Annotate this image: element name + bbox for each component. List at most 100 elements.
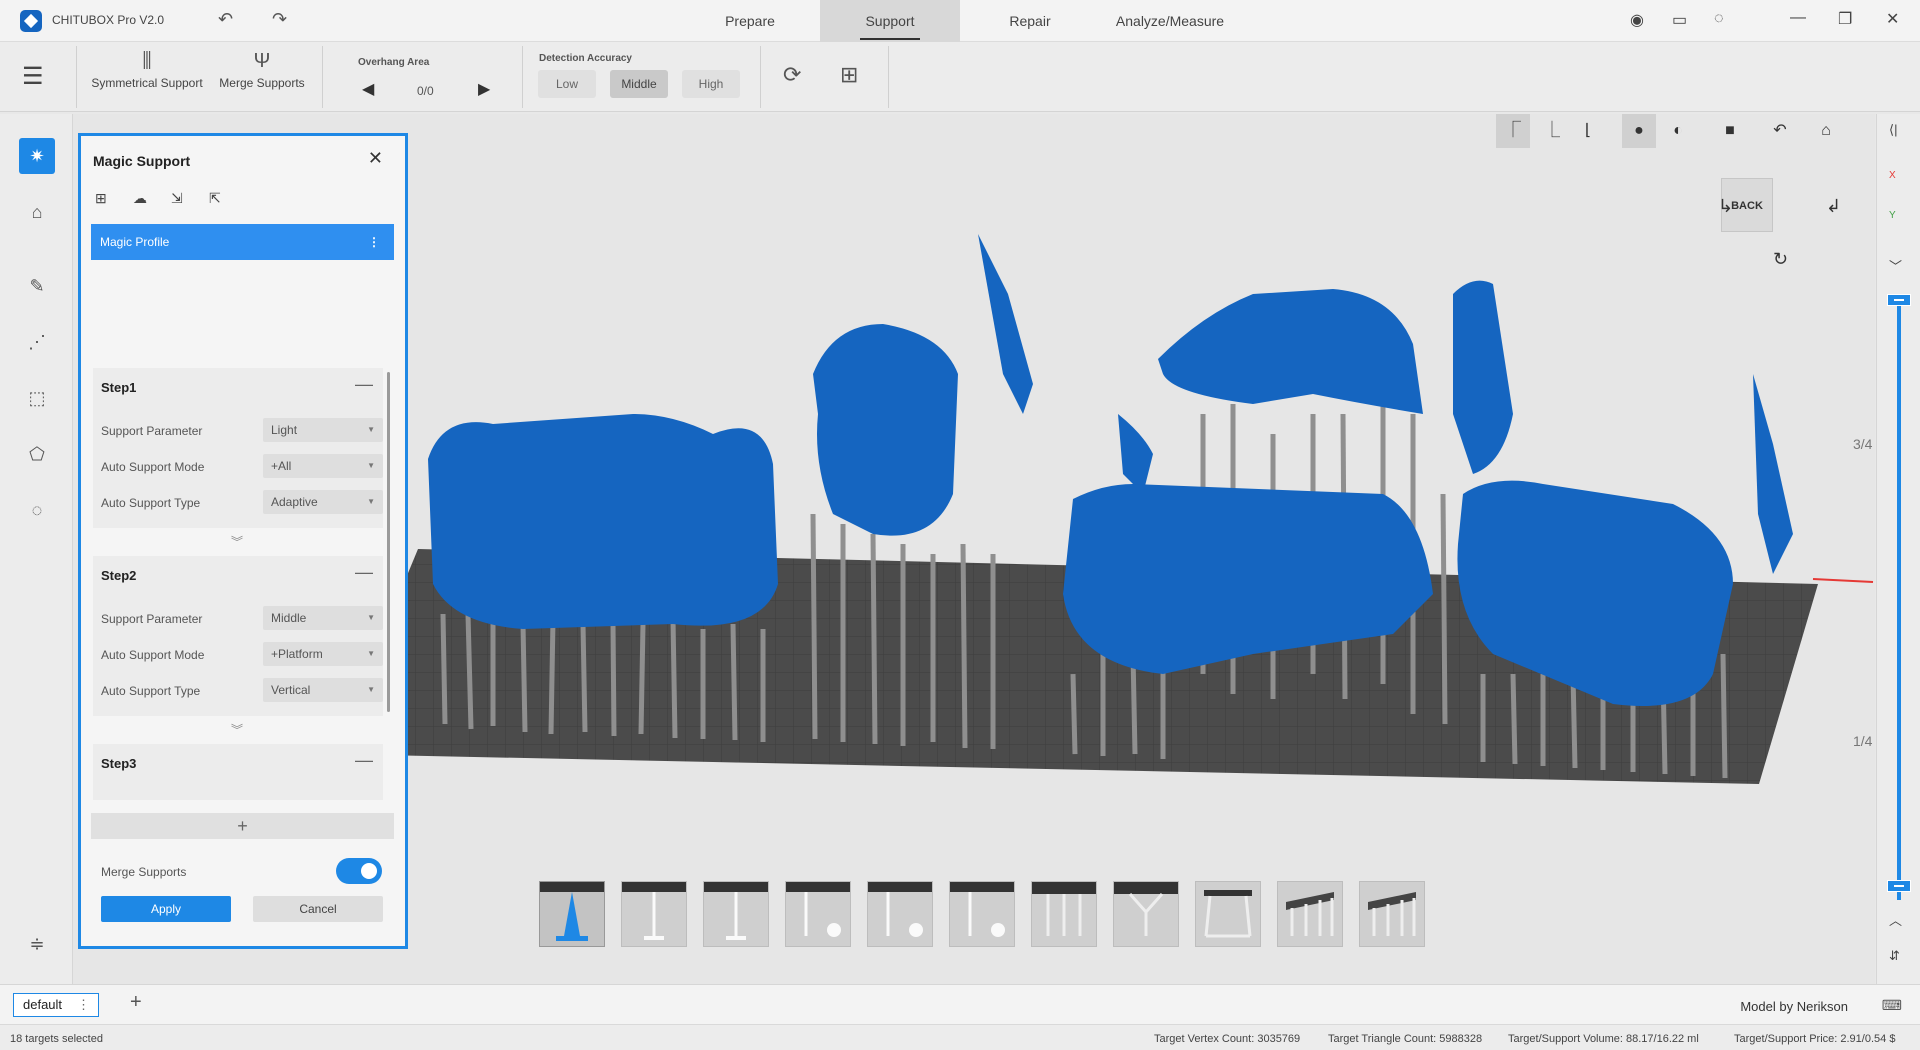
view-mode-model-icon[interactable]: ⎿ [1535,114,1569,148]
tab-repair[interactable]: Repair [970,0,1090,42]
support-type-thumb-1[interactable] [539,881,605,947]
close-window-button[interactable]: ✕ [1886,9,1899,29]
hamburger-menu-icon[interactable]: ☰ [22,62,44,91]
layer-slider-top-handle[interactable] [1887,294,1911,306]
panel-title: Magic Support [93,153,191,169]
rotate-view-down-arrow-icon[interactable]: ↻ [1773,249,1788,270]
cancel-button[interactable]: Cancel [253,896,383,922]
auto-support-tool-icon[interactable]: ⌂ [19,194,55,230]
layer-slider-bottom-handle[interactable] [1887,880,1911,892]
step1-title: Step1 [101,380,137,395]
help-icon[interactable]: ◌ [1714,10,1724,28]
refresh-detection-icon[interactable]: ⟳ [783,62,801,88]
layer-settings-icon[interactable]: ≑ [19,926,55,962]
symmetrical-support-icon: ⫼ [142,50,152,72]
bottom-bar: default ⋮ + Model by Nerikson ⌨ [0,984,1920,1024]
layer-height-icon[interactable]: ⇵ [1889,948,1900,964]
view-mode-support-icon[interactable]: ⎾ [1496,114,1530,148]
add-step-button[interactable]: + [91,813,394,839]
step1-expand-icon[interactable]: ︾ [231,533,243,550]
support-settings-icon[interactable]: ⊞ [840,62,858,88]
accuracy-middle-button[interactable]: Middle [610,70,668,98]
support-type-thumb-2[interactable] [621,881,687,947]
tab-prepare[interactable]: Prepare [690,0,810,42]
support-type-thumb-5[interactable] [867,881,933,947]
support-type-thumb-4[interactable] [785,881,851,947]
export-profile-icon[interactable]: ⇱ [209,190,221,207]
support-type-thumb-9[interactable] [1195,881,1261,947]
step1-auto-support-type-value: Adaptive [271,495,318,509]
steps-scrollbar[interactable] [387,372,390,712]
step2-expand-icon[interactable]: ︾ [231,721,243,738]
step2-auto-support-mode-select[interactable]: +Platform ▼ [263,642,383,666]
perspective-cube-icon[interactable]: ■ [1713,114,1747,148]
restore-button[interactable]: ❐ [1838,9,1852,29]
magic-support-tool-icon[interactable]: ✷ [19,138,55,174]
plate-tab-more-icon[interactable]: ⋮ [77,994,90,1016]
step3-title: Step3 [101,756,137,771]
price-stat: Target/Support Price: 2.91/0.54 $ [1734,1033,1896,1045]
minimize-button[interactable]: — [1790,9,1806,27]
import-profile-icon[interactable]: ⇲ [171,190,183,207]
support-type-thumb-6[interactable] [949,881,1015,947]
view-mode-both-icon[interactable]: ⌊ [1571,114,1605,148]
support-type-thumb-7[interactable] [1031,881,1097,947]
keyboard-icon[interactable]: ⌨ [1882,997,1902,1014]
profile-more-icon[interactable]: ⋮ [368,224,380,260]
message-icon[interactable]: ▭ [1672,10,1687,30]
collapse-right-panel-icon[interactable]: ⟨| [1889,122,1897,138]
step2-collapse-button[interactable]: — [355,562,373,583]
step1-auto-support-mode-select[interactable]: +All ▼ [263,454,383,478]
rotate-left-view-icon[interactable]: ↶ [1763,114,1797,148]
support-type-thumb-3[interactable] [703,881,769,947]
account-icon[interactable]: ◉ [1630,10,1644,30]
close-panel-icon[interactable]: ✕ [368,148,383,169]
step1-collapse-button[interactable]: — [355,374,373,395]
brush-tool-icon[interactable]: ✎ [19,268,55,304]
accuracy-high-button[interactable]: High [682,70,740,98]
step1-auto-support-mode-label: Auto Support Mode [101,460,205,474]
rectangle-select-icon[interactable]: ⬚ [19,380,55,416]
tab-support[interactable]: Support [820,0,960,42]
support-type-thumb-8[interactable] [1113,881,1179,947]
redo-icon[interactable]: ↷ [272,9,287,30]
accuracy-low-button[interactable]: Low [538,70,596,98]
model-credit: Model by Nerikson [1740,999,1848,1014]
tab-analyze-measure[interactable]: Analyze/Measure [1100,0,1240,42]
apply-button[interactable]: Apply [101,896,231,922]
new-profile-icon[interactable]: ⊞ [95,190,107,207]
shading-solid-icon[interactable]: ● [1622,114,1656,148]
toolbar-divider [888,46,889,108]
cloud-profile-icon[interactable]: ☁ [133,190,147,207]
merge-supports-button[interactable]: Ψ Merge Supports [214,50,310,90]
layer-slider-track[interactable] [1897,300,1901,900]
chevron-down-icon[interactable]: ﹀ [1889,256,1902,275]
add-plate-button[interactable]: + [130,991,142,1014]
overhang-prev-button[interactable]: ◀ [362,79,374,99]
plate-tab-default[interactable]: default ⋮ [13,993,99,1017]
triangle-count: Target Triangle Count: 5988328 [1328,1033,1483,1045]
step1-auto-support-type-select[interactable]: Adaptive ▼ [263,490,383,514]
overhang-next-button[interactable]: ▶ [478,79,490,99]
merge-supports-toggle[interactable] [336,858,382,884]
step2-auto-support-type-select[interactable]: Vertical ▼ [263,678,383,702]
circle-select-icon[interactable]: ◌ [19,492,55,528]
rotate-view-right-arrow-icon[interactable]: ↲ [1826,196,1841,217]
step3-collapse-button[interactable]: — [355,750,373,771]
shading-wire-icon[interactable]: ◐ [1661,114,1695,148]
magic-profile-item[interactable]: Magic Profile ⋮ [91,224,394,260]
support-type-thumb-11[interactable] [1359,881,1425,947]
chevron-up-icon[interactable]: ︿ [1889,910,1902,929]
step1-support-parameter-label: Support Parameter [101,424,203,438]
magic-profile-label: Magic Profile [100,235,170,249]
lasso-select-icon[interactable]: ⬠ [19,436,55,472]
step1-support-parameter-select[interactable]: Light ▼ [263,418,383,442]
symmetrical-support-button[interactable]: ⫼ Symmetrical Support [88,50,206,90]
line-support-tool-icon[interactable]: ⋰ [19,324,55,360]
step2-support-parameter-select[interactable]: Middle ▼ [263,606,383,630]
rotate-view-left-arrow-icon[interactable]: ↳ [1718,196,1733,217]
support-type-thumb-10[interactable] [1277,881,1343,947]
overhang-counter: 0/0 [417,84,434,98]
home-view-icon[interactable]: ⌂ [1809,114,1843,148]
undo-icon[interactable]: ↶ [218,9,233,30]
